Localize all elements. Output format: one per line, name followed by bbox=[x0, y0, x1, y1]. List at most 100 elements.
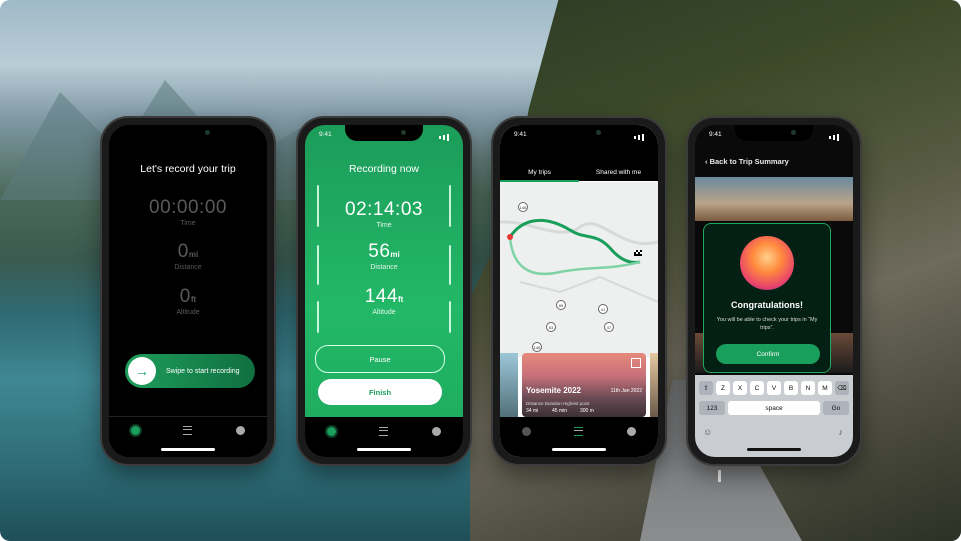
arrow-right-icon[interactable]: → bbox=[128, 357, 156, 385]
time-metric: 02:14:03 Time bbox=[305, 199, 463, 229]
swipe-to-start-slider[interactable]: → Swipe to start recording bbox=[125, 354, 255, 388]
phone-notch bbox=[149, 125, 227, 141]
tab-trips[interactable] bbox=[376, 423, 392, 439]
emoji-icon[interactable]: ☺ bbox=[703, 427, 712, 437]
phone-screen: Let's record your trip 00:00:00 Time 0mi… bbox=[109, 125, 267, 457]
pause-button[interactable]: Pause bbox=[315, 345, 445, 373]
status-clock: 9:41 bbox=[709, 131, 722, 138]
distance-label: Distance bbox=[370, 264, 398, 271]
phone-screen: 9:41 Recording now 02:14:03 Time 56mi Di… bbox=[305, 125, 463, 457]
tab-profile[interactable] bbox=[624, 423, 640, 439]
tab-profile[interactable] bbox=[233, 422, 249, 438]
home-indicator bbox=[747, 448, 801, 451]
time-label: Time bbox=[376, 222, 392, 229]
trip-card-prev[interactable] bbox=[500, 353, 518, 417]
altitude-label: Altitude bbox=[372, 309, 396, 316]
time-label: Time bbox=[180, 220, 196, 227]
numbers-key[interactable]: 123 bbox=[699, 401, 726, 415]
trip-title: Yosemite 2022 bbox=[526, 386, 581, 395]
distance-unit: mi bbox=[188, 250, 199, 259]
highway-marker: 89 bbox=[556, 300, 566, 310]
list-icon bbox=[574, 426, 584, 436]
trip-duration: 45 min bbox=[552, 408, 568, 414]
record-icon bbox=[326, 426, 336, 436]
signal-icon bbox=[829, 131, 839, 143]
distance-label: Distance bbox=[174, 264, 202, 271]
tab-bar bbox=[109, 416, 267, 443]
status-bar: 9:41 bbox=[514, 131, 644, 143]
altitude-unit: ft bbox=[397, 295, 404, 304]
list-icon bbox=[183, 425, 193, 435]
signal-icon bbox=[634, 131, 644, 143]
tab-profile[interactable] bbox=[429, 423, 445, 439]
key-v[interactable]: V bbox=[767, 381, 781, 395]
time-value: 00:00:00 bbox=[149, 197, 227, 218]
tab-record[interactable] bbox=[518, 423, 534, 439]
distance-metric: 0mi Distance bbox=[109, 241, 267, 271]
status-bar: 9:41 bbox=[319, 131, 449, 143]
home-indicator bbox=[357, 448, 411, 451]
hero-background: Let's record your trip 00:00:00 Time 0mi… bbox=[0, 0, 961, 541]
go-key[interactable]: Go bbox=[822, 401, 850, 415]
screen-title: Recording now bbox=[348, 163, 420, 175]
highest-point-label: Highest point bbox=[563, 401, 590, 406]
list-icon bbox=[379, 426, 389, 436]
backspace-key[interactable]: ⌫ bbox=[835, 381, 849, 395]
microphone-icon[interactable]: ♪ bbox=[839, 427, 844, 437]
time-metric: 00:00:00 Time bbox=[109, 197, 267, 227]
expand-icon[interactable] bbox=[631, 358, 641, 368]
altitude-unit: ft bbox=[190, 295, 197, 304]
back-label: Back to Trip Summary bbox=[709, 157, 789, 166]
swipe-label: Swipe to start recording bbox=[166, 367, 240, 375]
tab-record[interactable] bbox=[127, 422, 143, 438]
start-pin-icon bbox=[507, 234, 513, 240]
tab-my-trips[interactable]: My trips bbox=[500, 169, 579, 182]
tab-bar bbox=[500, 417, 658, 457]
altitude-metric: 0ft Altitude bbox=[109, 286, 267, 316]
home-indicator bbox=[552, 448, 606, 451]
phone-recording-now: 9:41 Recording now 02:14:03 Time 56mi Di… bbox=[298, 118, 470, 464]
tab-trips[interactable] bbox=[180, 422, 196, 438]
trip-date: 11th Jan 2022 bbox=[610, 388, 642, 394]
congrats-title: Congratulations! bbox=[731, 300, 803, 310]
tab-trips[interactable] bbox=[571, 423, 587, 439]
highway-marker: 146 bbox=[532, 342, 542, 352]
trip-distance: 34 mi bbox=[526, 408, 539, 414]
trip-card-next[interactable] bbox=[650, 353, 658, 417]
distance-label: Distance bbox=[526, 401, 544, 406]
trip-photo bbox=[695, 177, 853, 221]
finish-button[interactable]: Finish bbox=[318, 379, 442, 405]
highway-marker: 41 bbox=[598, 304, 608, 314]
key-x[interactable]: X bbox=[733, 381, 747, 395]
tab-record[interactable] bbox=[323, 423, 339, 439]
key-n[interactable]: N bbox=[801, 381, 815, 395]
trip-map[interactable]: 146 89 63 41 47 146 bbox=[500, 182, 658, 357]
key-b[interactable]: B bbox=[784, 381, 798, 395]
trip-card[interactable]: Yosemite 2022 11th Jan 2022 Distance Dur… bbox=[522, 353, 646, 417]
phone-start-recording: Let's record your trip 00:00:00 Time 0mi… bbox=[102, 118, 274, 464]
space-key[interactable]: space bbox=[728, 401, 820, 415]
duration-label: Duration bbox=[544, 401, 562, 406]
home-indicator bbox=[161, 448, 215, 451]
user-icon bbox=[236, 425, 246, 435]
confirm-button[interactable]: Confirm bbox=[716, 344, 820, 364]
congratulations-modal: Congratulations! You will be able to che… bbox=[703, 223, 831, 373]
tab-bar bbox=[305, 417, 463, 457]
key-c[interactable]: C bbox=[750, 381, 764, 395]
key-z[interactable]: Z bbox=[716, 381, 730, 395]
record-icon bbox=[521, 426, 531, 436]
distance-metric: 56mi Distance bbox=[305, 241, 463, 271]
key-m[interactable]: M bbox=[818, 381, 832, 395]
trip-highest-point: 300 m bbox=[580, 408, 594, 414]
highway-marker: 63 bbox=[546, 322, 556, 332]
user-icon bbox=[627, 426, 637, 436]
trip-tabs: My trips Shared with me bbox=[500, 169, 658, 182]
highway-marker: 47 bbox=[604, 322, 614, 332]
back-to-trip-summary-link[interactable]: ‹ Back to Trip Summary bbox=[705, 157, 789, 166]
distance-value: 56 bbox=[368, 241, 391, 262]
time-value: 02:14:03 bbox=[345, 199, 423, 220]
tab-shared-with-me[interactable]: Shared with me bbox=[579, 169, 658, 182]
road-marking bbox=[718, 470, 721, 482]
status-clock: 9:41 bbox=[514, 131, 527, 138]
shift-key[interactable]: ⇧ bbox=[699, 381, 713, 395]
